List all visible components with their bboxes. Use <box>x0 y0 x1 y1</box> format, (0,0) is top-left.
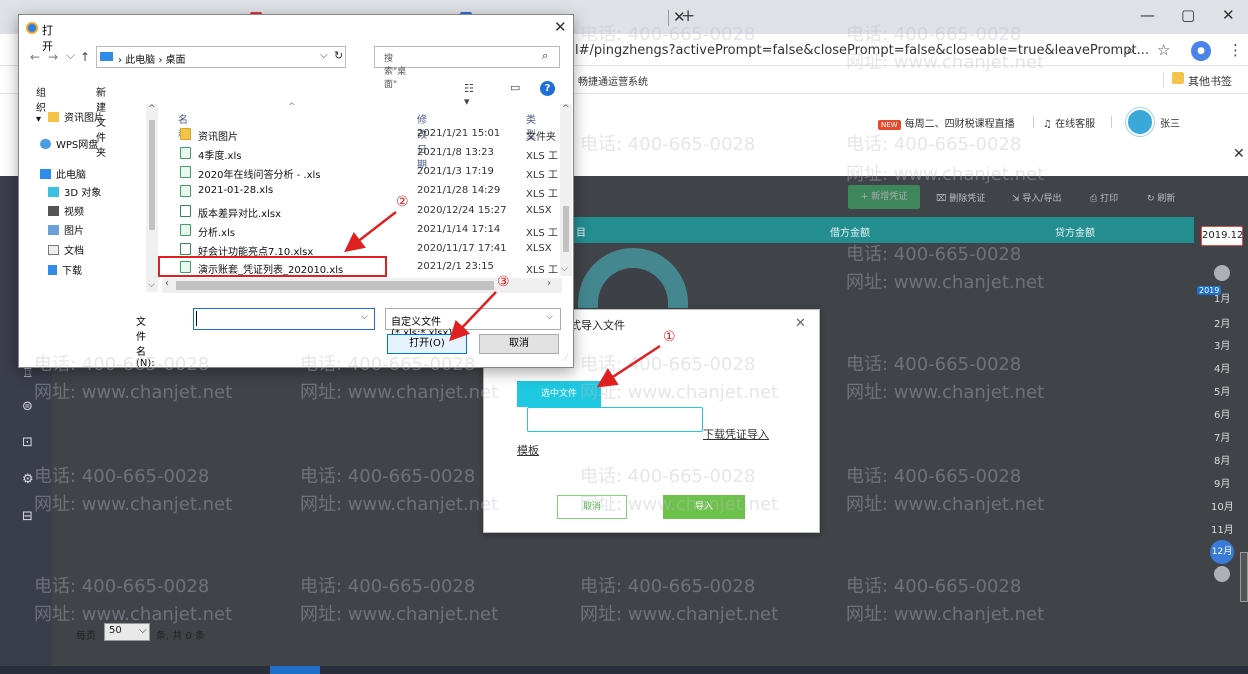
arrow-to-file <box>344 211 397 253</box>
arrow-to-select-file <box>596 344 661 388</box>
arrow-to-open <box>449 291 497 342</box>
arrow-icon <box>344 211 661 388</box>
